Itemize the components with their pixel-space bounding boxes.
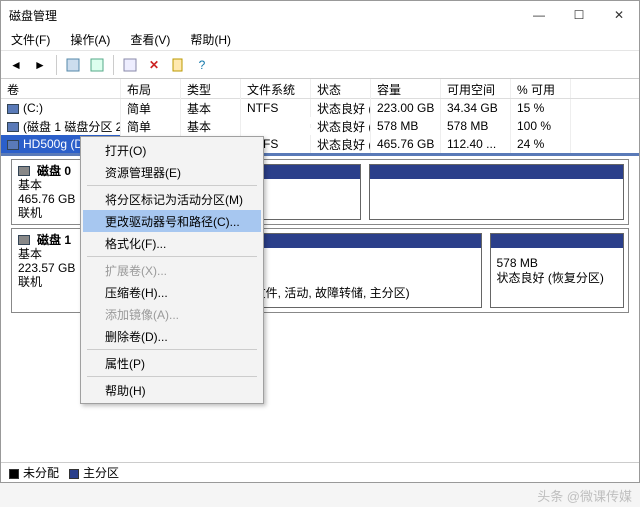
ctx-help[interactable]: 帮助(H) (83, 379, 261, 401)
delete-icon[interactable]: ✕ (143, 54, 165, 76)
col-cap[interactable]: 容量 (371, 79, 441, 98)
legend-unallocated: 未分配 (9, 464, 59, 481)
watermark: 头条 @微课传媒 (537, 486, 632, 505)
col-type[interactable]: 类型 (181, 79, 241, 98)
toolbar: ◄ ► ✕ ? (1, 51, 639, 79)
ctx-extend: 扩展卷(X)... (83, 259, 261, 281)
volume-row[interactable]: (C:) 简单基本NTFS状态良好 (223.00 GB34.34 GB15 % (1, 99, 639, 117)
ctx-properties[interactable]: 属性(P) (83, 352, 261, 374)
close-button[interactable]: ✕ (599, 1, 639, 29)
ctx-add-mirror: 添加镜像(A)... (83, 303, 261, 325)
settings-icon[interactable] (119, 54, 141, 76)
refresh-icon[interactable] (86, 54, 108, 76)
legend-primary: 主分区 (69, 464, 119, 481)
ctx-mark-active[interactable]: 将分区标记为活动分区(M) (83, 188, 261, 210)
ctx-open[interactable]: 打开(O) (83, 139, 261, 161)
col-free[interactable]: 可用空间 (441, 79, 511, 98)
menu-action[interactable]: 操作(A) (66, 29, 114, 50)
menu-view[interactable]: 查看(V) (126, 29, 174, 50)
ctx-format[interactable]: 格式化(F)... (83, 232, 261, 254)
ctx-explore[interactable]: 资源管理器(E) (83, 161, 261, 183)
menu-help[interactable]: 帮助(H) (186, 29, 235, 50)
volume-row[interactable]: (磁盘 1 磁盘分区 2) 简单基本状态良好 (578 MB578 MB100 … (1, 117, 639, 135)
volume-list-header: 卷 布局 类型 文件系统 状态 容量 可用空间 % 可用 (1, 79, 639, 99)
partition[interactable] (369, 164, 624, 220)
menu-file[interactable]: 文件(F) (7, 29, 54, 50)
titlebar: 磁盘管理 — ☐ ✕ (1, 1, 639, 29)
menubar: 文件(F) 操作(A) 查看(V) 帮助(H) (1, 29, 639, 51)
ctx-shrink[interactable]: 压缩卷(H)... (83, 281, 261, 303)
forward-icon[interactable]: ► (29, 54, 51, 76)
maximize-button[interactable]: ☐ (559, 1, 599, 29)
ctx-change-drive-letter[interactable]: 更改驱动器号和路径(C)... (83, 210, 261, 232)
view-icon[interactable] (62, 54, 84, 76)
disk-icon (18, 235, 30, 245)
col-volume[interactable]: 卷 (1, 79, 121, 98)
back-icon[interactable]: ◄ (5, 54, 27, 76)
disk-icon (18, 166, 30, 176)
ctx-delete[interactable]: 删除卷(D)... (83, 325, 261, 347)
col-layout[interactable]: 布局 (121, 79, 181, 98)
window-title: 磁盘管理 (9, 7, 519, 24)
partition-recovery[interactable]: 578 MB状态良好 (恢复分区) (490, 233, 625, 308)
properties-icon[interactable] (167, 54, 189, 76)
col-pct[interactable]: % 可用 (511, 79, 571, 98)
help-icon[interactable]: ? (191, 54, 213, 76)
col-status[interactable]: 状态 (311, 79, 371, 98)
legend: 未分配 主分区 (1, 462, 639, 482)
context-menu: 打开(O) 资源管理器(E) 将分区标记为活动分区(M) 更改驱动器号和路径(C… (80, 136, 264, 404)
minimize-button[interactable]: — (519, 1, 559, 29)
col-fs[interactable]: 文件系统 (241, 79, 311, 98)
